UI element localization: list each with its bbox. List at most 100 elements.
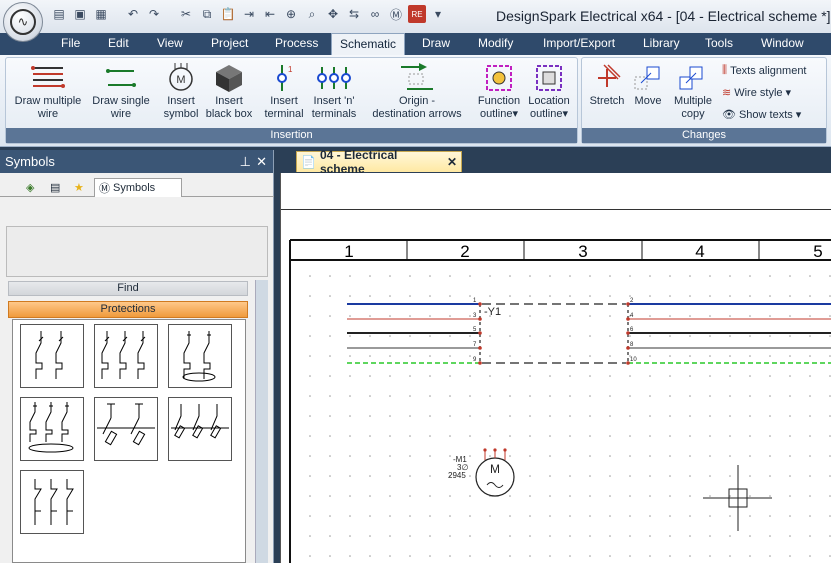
- undo-icon[interactable]: ↶: [124, 5, 142, 23]
- zoom-in-icon[interactable]: ⊕: [282, 5, 300, 23]
- schematic-sheet: 1 2 3 4 5 1 3 5 7 9 2 4 6 8 10 -Y1 M -M1…: [289, 239, 831, 563]
- fuse-switch-icon: [97, 403, 155, 446]
- column-number-4: 4: [695, 242, 704, 261]
- location-outline-button[interactable]: Location outline▾: [524, 61, 574, 121]
- function-outline-icon: [474, 61, 524, 95]
- document-icon: 📄: [301, 155, 316, 169]
- insert-terminal-button[interactable]: 1 Insert terminal: [261, 61, 307, 121]
- show-texts-button[interactable]: 👁 Show texts ▾: [722, 108, 802, 122]
- import-icon[interactable]: ⇥: [240, 5, 258, 23]
- show-texts-dropdown-icon: ▾: [795, 109, 802, 121]
- application-menu-button[interactable]: ∿: [3, 2, 43, 42]
- column-number-1: 1: [344, 242, 353, 261]
- cut-icon[interactable]: ✂: [177, 5, 195, 23]
- draw-multiple-wire-label-2: wire: [37, 108, 59, 120]
- zoom-icon[interactable]: ⌕: [303, 5, 321, 23]
- symbol-disconnector[interactable]: [20, 470, 84, 534]
- texts-alignment-button[interactable]: ⫼ Texts alignment: [722, 64, 807, 77]
- panel-scrollbar[interactable]: [255, 280, 268, 563]
- insertion-group: Draw multiple wire Draw single wire M In…: [5, 57, 578, 144]
- pin-icon[interactable]: ⊥: [240, 150, 251, 173]
- redo-icon[interactable]: ↷: [145, 5, 163, 23]
- symbols-panel: Symbols ⊥ ✕ ◈ ▤ ★ Ⓜ Symbols Find Protecti…: [0, 150, 274, 563]
- paste-icon[interactable]: 📋: [219, 5, 237, 23]
- export-icon[interactable]: ⇤: [261, 5, 279, 23]
- tab-close-icon[interactable]: ✕: [447, 155, 457, 169]
- terminal-icon: 1: [261, 61, 307, 95]
- tab-components[interactable]: ◈: [22, 178, 38, 197]
- menu-draw[interactable]: Draw: [422, 36, 450, 50]
- tab-electrical-scheme[interactable]: 📄 04 - Electrical scheme ✕: [296, 148, 462, 176]
- tab-favorites[interactable]: ★: [70, 178, 88, 197]
- multiple-copy-label-1: Multiple: [674, 95, 712, 107]
- texts-alignment-label: Texts alignment: [730, 64, 807, 77]
- wire-style-button[interactable]: ≋ Wire style ▾: [722, 86, 791, 100]
- close-icon[interactable]: ✕: [256, 150, 267, 173]
- menu-file[interactable]: File: [61, 36, 80, 50]
- save-as-icon[interactable]: ▦: [92, 5, 110, 23]
- menu-bar: File Edit View Project Process Schematic…: [0, 33, 831, 56]
- new-icon[interactable]: ▤: [50, 5, 68, 23]
- menu-edit[interactable]: Edit: [108, 36, 129, 50]
- menu-import-export[interactable]: Import/Export: [543, 36, 615, 50]
- symbol-circuit-breaker-2p[interactable]: [20, 324, 84, 388]
- changes-group-label: Changes: [582, 128, 826, 143]
- changes-group: Stretch Move Multiple copy ⫼ Texts align…: [581, 57, 827, 144]
- tab-symbols[interactable]: Ⓜ Symbols: [94, 178, 182, 197]
- star-icon: ★: [74, 182, 84, 194]
- draw-multiple-wire-button[interactable]: Draw multiple wire: [10, 61, 86, 121]
- menu-library[interactable]: Library: [643, 36, 680, 50]
- insert-terminal-label-2: terminal: [264, 108, 304, 120]
- navigate-icon[interactable]: ⇆: [345, 5, 363, 23]
- symbol-circuit-breaker-3p[interactable]: [94, 324, 158, 388]
- motor-letter: M: [490, 462, 500, 476]
- pan-icon[interactable]: ✥: [324, 5, 342, 23]
- menu-schematic[interactable]: Schematic: [331, 33, 406, 56]
- menu-window[interactable]: Window: [761, 36, 804, 50]
- save-icon[interactable]: ▣: [71, 5, 89, 23]
- document-tab-bar: 📄 04 - Electrical scheme ✕: [276, 148, 831, 176]
- symbol-breaker-relay[interactable]: [20, 397, 84, 461]
- function-outline-label-1: Function: [477, 95, 521, 107]
- stretch-button[interactable]: Stretch: [584, 61, 630, 108]
- symbol-motor-protection[interactable]: [168, 324, 232, 388]
- copy-icon[interactable]: ⧉: [198, 5, 216, 23]
- motor-icon[interactable]: Ⓜ: [387, 5, 405, 23]
- insert-n-terminals-label-2: terminals: [311, 108, 357, 120]
- svg-text:1: 1: [288, 65, 293, 74]
- report-icon[interactable]: RE: [408, 5, 426, 23]
- symbols-panel-title: Symbols: [5, 154, 55, 169]
- move-button[interactable]: Move: [628, 61, 668, 108]
- move-label: Move: [634, 95, 662, 107]
- multiple-copy-button[interactable]: Multiple copy: [668, 61, 718, 121]
- symbol-fuse-switch[interactable]: [94, 397, 158, 461]
- tab-symbols-label: Symbols: [113, 182, 156, 194]
- find-bar[interactable]: Find: [8, 281, 248, 296]
- symbols-panel-header: Symbols ⊥ ✕: [0, 150, 273, 173]
- draw-single-wire-button[interactable]: Draw single wire: [88, 61, 154, 121]
- drawing-canvas[interactable]: 1 2 3 4 5 1 3 5 7 9 2 4 6 8 10 -Y1 M -M1…: [280, 173, 831, 563]
- menu-process[interactable]: Process: [275, 36, 318, 50]
- menu-project[interactable]: Project: [211, 36, 248, 50]
- tab-electrical-scheme-label: 04 - Electrical scheme: [319, 148, 398, 176]
- protections-category-bar[interactable]: Protections: [8, 301, 248, 318]
- origin-destination-arrows-button[interactable]: Origin - destination arrows: [364, 61, 470, 121]
- menu-view[interactable]: View: [157, 36, 183, 50]
- function-outline-button[interactable]: Function outline▾: [474, 61, 524, 121]
- n-terminals-icon: [309, 61, 359, 95]
- symbol-fuse-switch-3p[interactable]: [168, 397, 232, 461]
- customize-qat-icon[interactable]: ▾: [429, 5, 447, 23]
- circuit-breaker-icon: [35, 331, 64, 379]
- insert-n-terminals-button[interactable]: Insert 'n' terminals: [309, 61, 359, 121]
- multiple-copy-icon: [668, 61, 718, 95]
- window-title: DesignSpark Electrical x64 - [04 - Elect…: [496, 8, 831, 24]
- ribbon: Draw multiple wire Draw single wire M In…: [0, 55, 831, 147]
- menu-modify[interactable]: Modify: [478, 36, 513, 50]
- insert-black-box-button[interactable]: Insert black box: [202, 61, 256, 121]
- tab-library[interactable]: ▤: [46, 178, 64, 197]
- insert-symbol-button[interactable]: M Insert symbol: [158, 61, 204, 121]
- menu-tools[interactable]: Tools: [705, 36, 733, 50]
- multiple-copy-label-2: copy: [681, 108, 705, 120]
- binoculars-icon[interactable]: ∞: [366, 5, 384, 23]
- quick-access-toolbar: ▤ ▣ ▦ ↶ ↷ ✂ ⧉ 📋 ⇥ ⇤ ⊕ ⌕ ✥ ⇆ ∞ Ⓜ RE ▾: [50, 5, 447, 23]
